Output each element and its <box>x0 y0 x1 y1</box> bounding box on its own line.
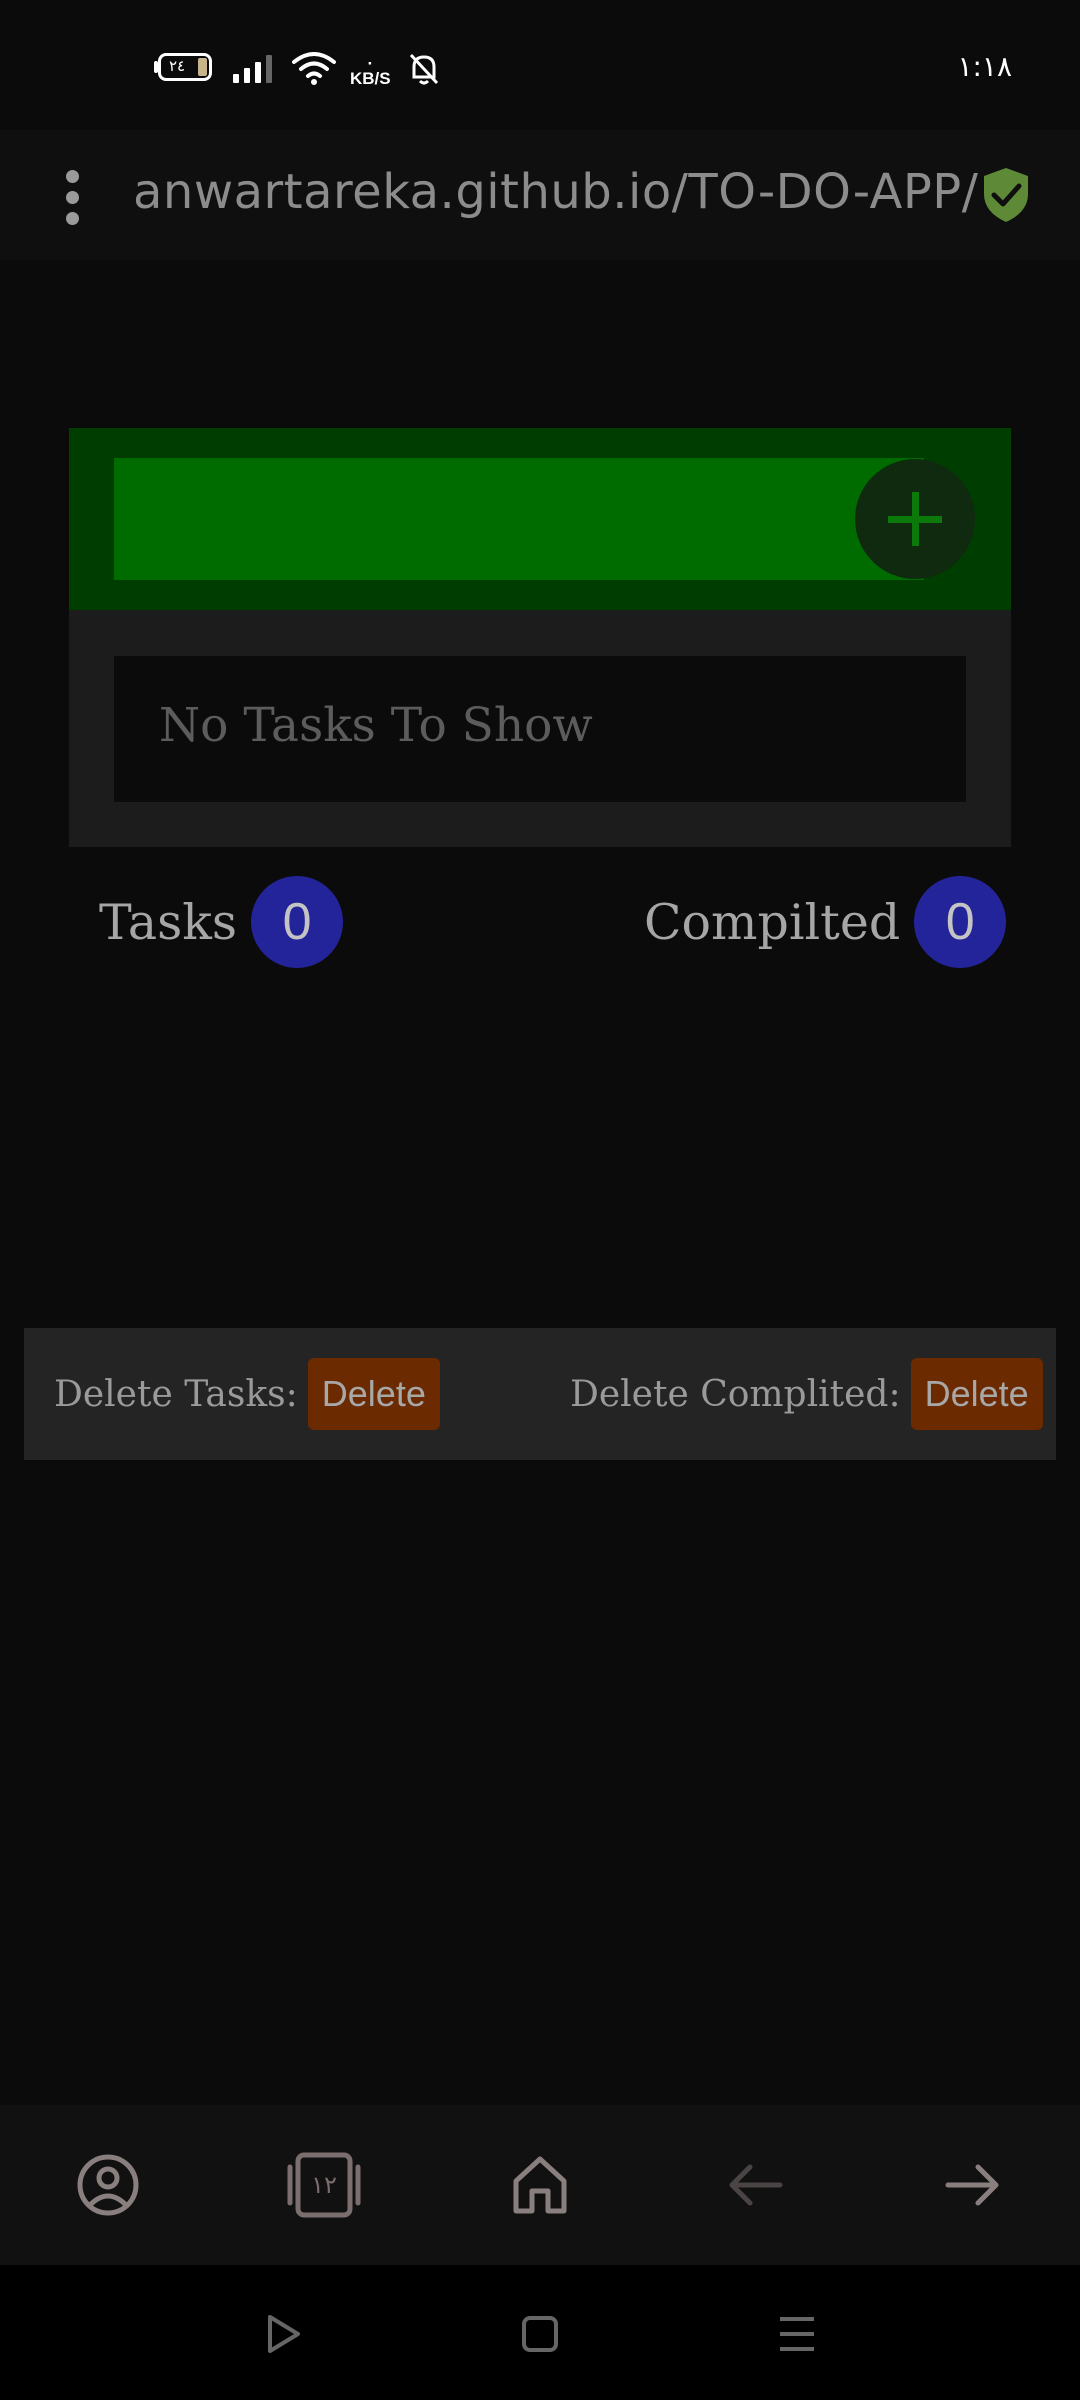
wifi-icon <box>292 52 336 85</box>
todo-card: No Tasks To Show <box>69 428 1011 847</box>
bell-muted-icon <box>409 53 439 85</box>
tasks-count-badge: 0 <box>251 876 344 968</box>
back-arrow-icon[interactable] <box>716 2145 796 2225</box>
address-bar: anwartareka.github.io/TO-DO-APP/ <box>0 130 1080 260</box>
tab-count: ١٢ <box>311 2171 337 2199</box>
menu-lines-icon[interactable] <box>772 2309 822 2359</box>
delete-completed-label: Delete Complited: <box>570 1373 901 1415</box>
network-speed: · KB/S <box>350 54 391 88</box>
empty-message: No Tasks To Show <box>159 698 593 753</box>
delete-bar: Delete Tasks: Delete Delete Complited: D… <box>24 1328 1056 1460</box>
tasks-label: Tasks <box>99 893 238 951</box>
url-text[interactable]: anwartareka.github.io/TO-DO-APP/ <box>133 164 978 220</box>
play-icon[interactable] <box>258 2309 308 2359</box>
recents-square-icon[interactable] <box>515 2309 565 2359</box>
completed-count-badge: 0 <box>914 876 1007 968</box>
forward-arrow-icon[interactable] <box>932 2145 1012 2225</box>
task-input-section <box>69 428 1011 610</box>
delete-completed-group: Delete Complited: Delete <box>570 1358 1043 1430</box>
delete-completed-button[interactable]: Delete <box>910 1358 1043 1430</box>
browser-bottom-nav: ١٢ <box>0 2105 1080 2265</box>
tabs-button[interactable]: ١٢ <box>284 2145 364 2225</box>
home-icon[interactable] <box>500 2145 580 2225</box>
battery-level: ٢٤ <box>169 57 186 75</box>
completed-label: Compilted <box>644 893 901 951</box>
shield-check-icon[interactable] <box>980 166 1032 224</box>
status-bar: ٢٤ · KB/S ١:١٨ <box>0 0 1080 130</box>
delete-tasks-group: Delete Tasks: Delete <box>54 1358 440 1430</box>
status-time: ١:١٨ <box>957 50 1012 83</box>
battery-icon: ٢٤ <box>158 53 212 81</box>
account-icon[interactable] <box>68 2145 148 2225</box>
system-nav-bar <box>0 2265 1080 2400</box>
menu-dots-icon[interactable] <box>62 170 82 226</box>
tasks-list: No Tasks To Show <box>114 656 966 802</box>
task-input[interactable] <box>114 458 924 580</box>
delete-tasks-button[interactable]: Delete <box>307 1358 440 1430</box>
add-task-button[interactable] <box>855 459 975 579</box>
delete-tasks-label: Delete Tasks: <box>54 1373 298 1415</box>
completed-counter: Compilted 0 <box>644 876 1007 968</box>
tasks-counter: Tasks 0 <box>99 876 344 968</box>
